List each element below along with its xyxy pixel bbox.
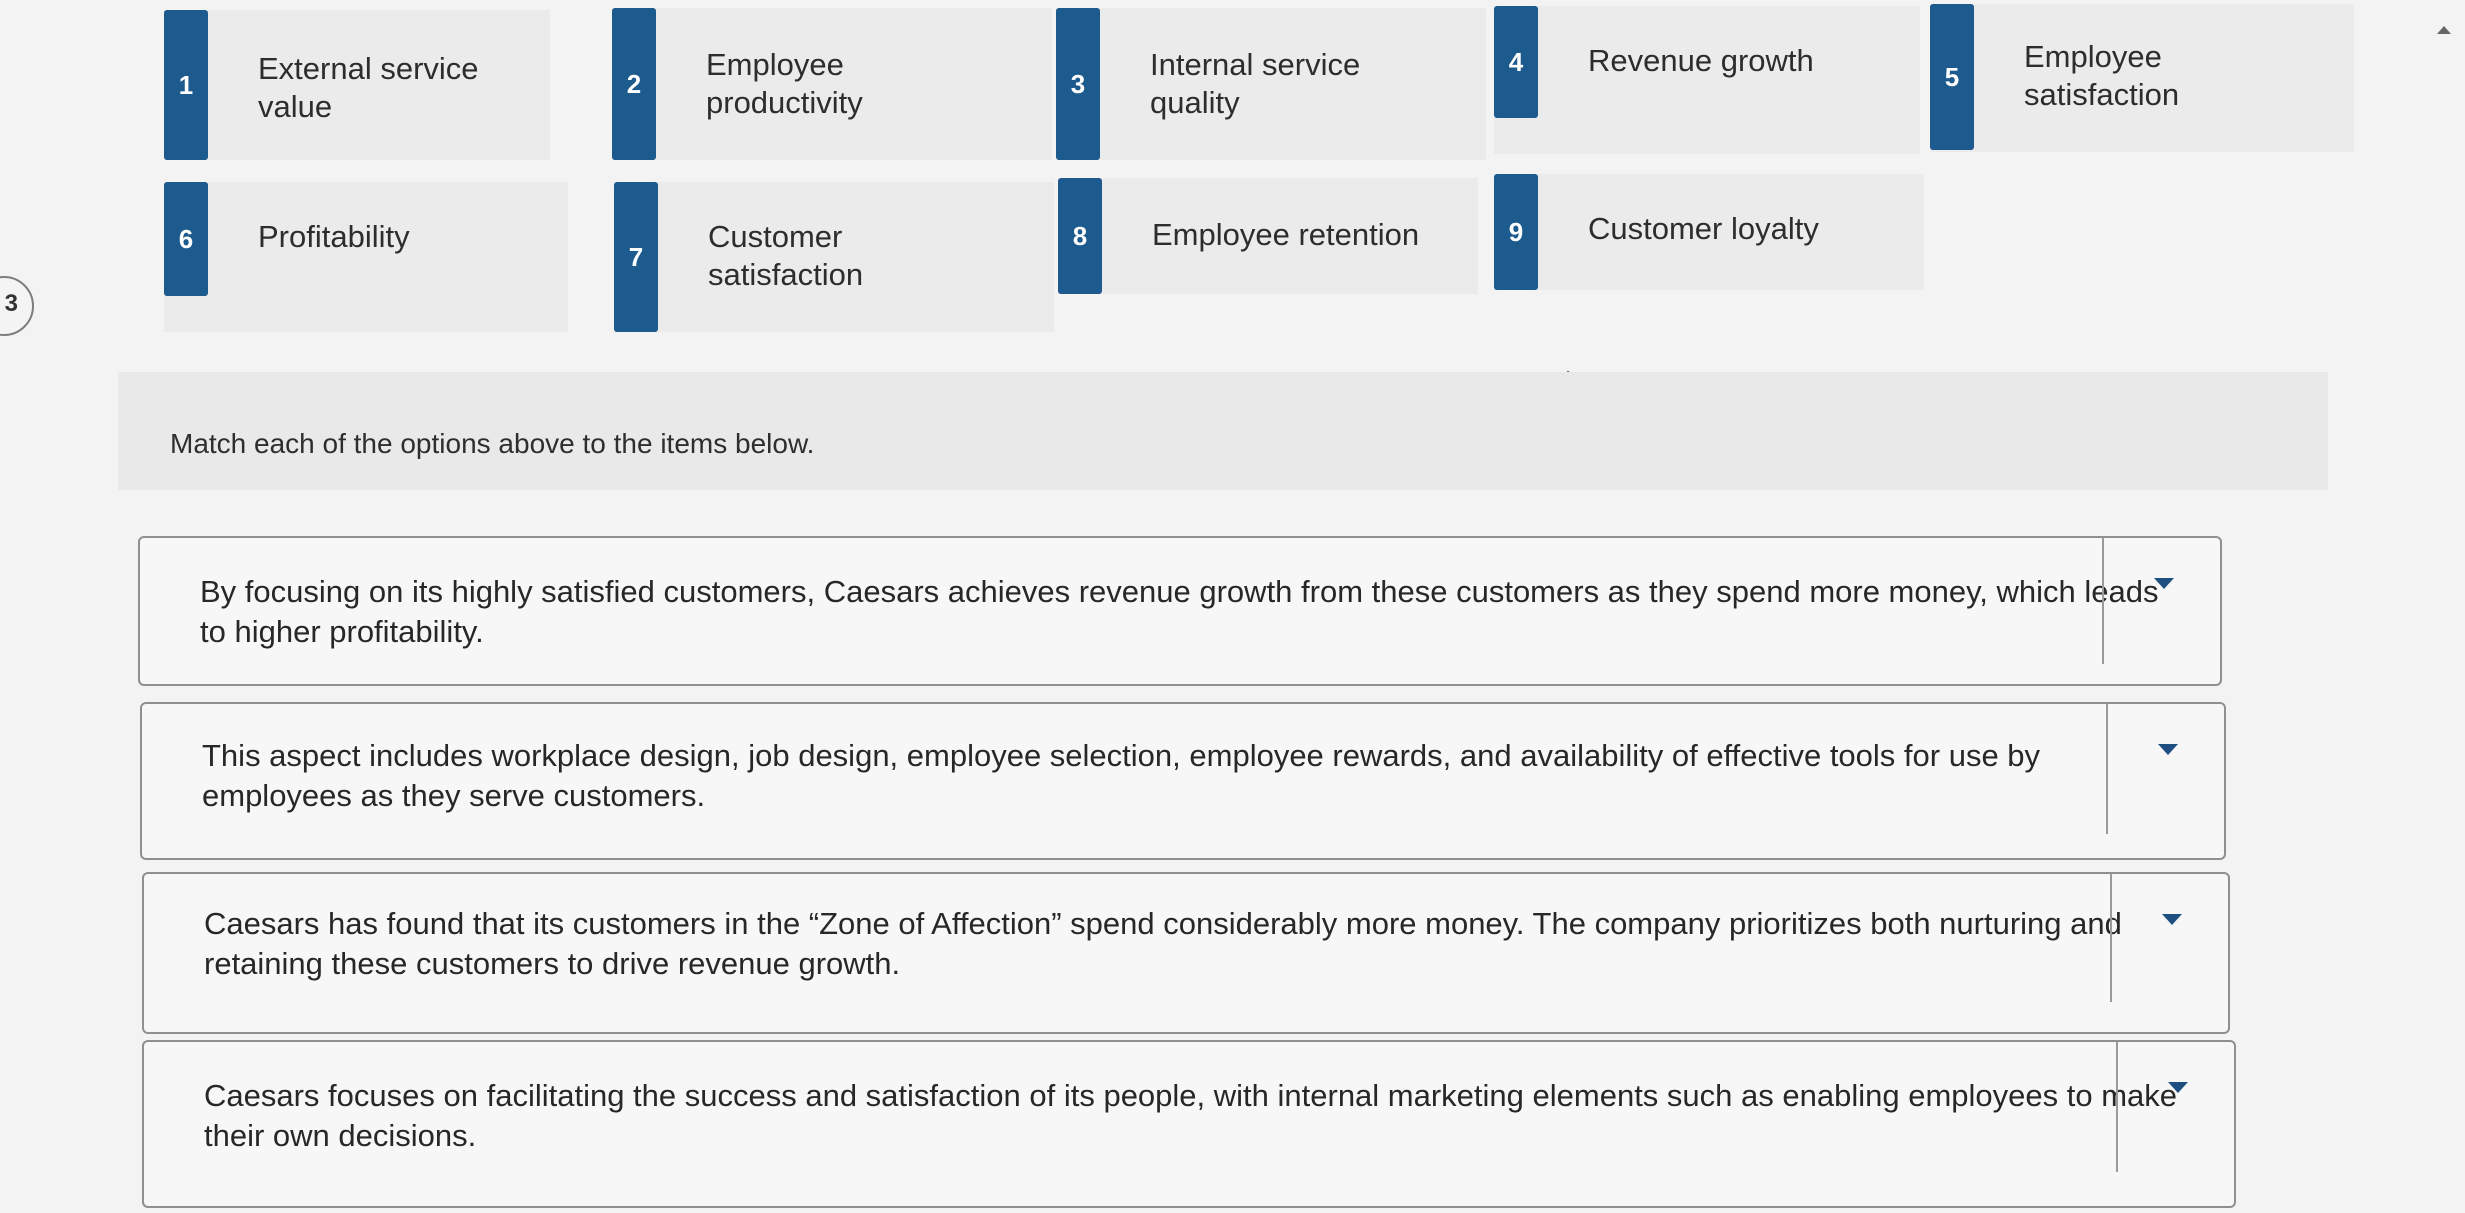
instruction-text: Match each of the options above to the i… — [170, 428, 815, 459]
option-label: Internal service quality — [1150, 47, 1361, 120]
option-label: Customer satisfaction — [708, 219, 864, 292]
option-card-1[interactable]: 1 External service value — [164, 10, 550, 160]
answer-dropdown[interactable] — [2102, 538, 2220, 664]
caret-down-icon — [2168, 1082, 2188, 1093]
item-text: Caesars has found that its customers in … — [204, 906, 2122, 981]
caret-down-icon — [2154, 578, 2174, 589]
item-text: Caesars focuses on facilitating the succ… — [204, 1078, 2177, 1153]
option-label: Employee satisfaction — [2024, 39, 2180, 112]
option-number-badge: 6 — [164, 182, 208, 296]
option-number-badge: 1 — [164, 10, 208, 160]
match-item-2: This aspect includes workplace design, j… — [140, 702, 2226, 860]
option-number-badge: 3 — [1056, 8, 1100, 160]
answer-dropdown[interactable] — [2106, 704, 2224, 834]
option-card-6[interactable]: 6 Profitability — [164, 182, 568, 332]
option-number-badge: 4 — [1494, 6, 1538, 118]
option-card-4[interactable]: 4 Revenue growth — [1494, 6, 1920, 154]
option-number-badge: 8 — [1058, 178, 1102, 294]
option-card-3[interactable]: 3 Internal service quality — [1056, 8, 1486, 160]
option-label: Customer loyalty — [1588, 211, 1819, 246]
option-card-8[interactable]: 8 Employee retention — [1058, 178, 1478, 294]
option-card-7[interactable]: 7 Customer satisfaction — [614, 182, 1054, 332]
item-text: This aspect includes workplace design, j… — [202, 738, 2041, 813]
question-number-badge: 3 — [0, 276, 34, 336]
answer-dropdown[interactable] — [2116, 1042, 2234, 1172]
scroll-up-icon[interactable] — [2437, 26, 2451, 34]
item-text: By focusing on its highly satisfied cust… — [200, 574, 2159, 649]
answer-dropdown[interactable] — [2110, 874, 2228, 1002]
option-number-badge: 9 — [1494, 174, 1538, 290]
match-item-1: By focusing on its highly satisfied cust… — [138, 536, 2222, 686]
option-label: Employee productivity — [706, 47, 863, 120]
option-label: Revenue growth — [1588, 43, 1814, 78]
option-card-9[interactable]: 9 Customer loyalty — [1494, 174, 1924, 290]
caret-down-icon — [2162, 914, 2182, 925]
caret-down-icon — [2158, 744, 2178, 755]
option-card-2[interactable]: 2 Employee productivity — [612, 8, 1052, 160]
option-label: Employee retention — [1152, 217, 1420, 252]
option-number-badge: 2 — [612, 8, 656, 160]
option-number-badge: 7 — [614, 182, 658, 332]
match-item-3: Caesars has found that its customers in … — [142, 872, 2230, 1034]
question-number: 3 — [4, 290, 18, 317]
option-label: Profitability — [258, 219, 410, 254]
match-item-4: Caesars focuses on facilitating the succ… — [142, 1040, 2236, 1208]
option-label: External service value — [258, 51, 479, 124]
option-number-badge: 5 — [1930, 4, 1974, 150]
option-card-5[interactable]: 5 Employee satisfaction — [1930, 4, 2354, 152]
